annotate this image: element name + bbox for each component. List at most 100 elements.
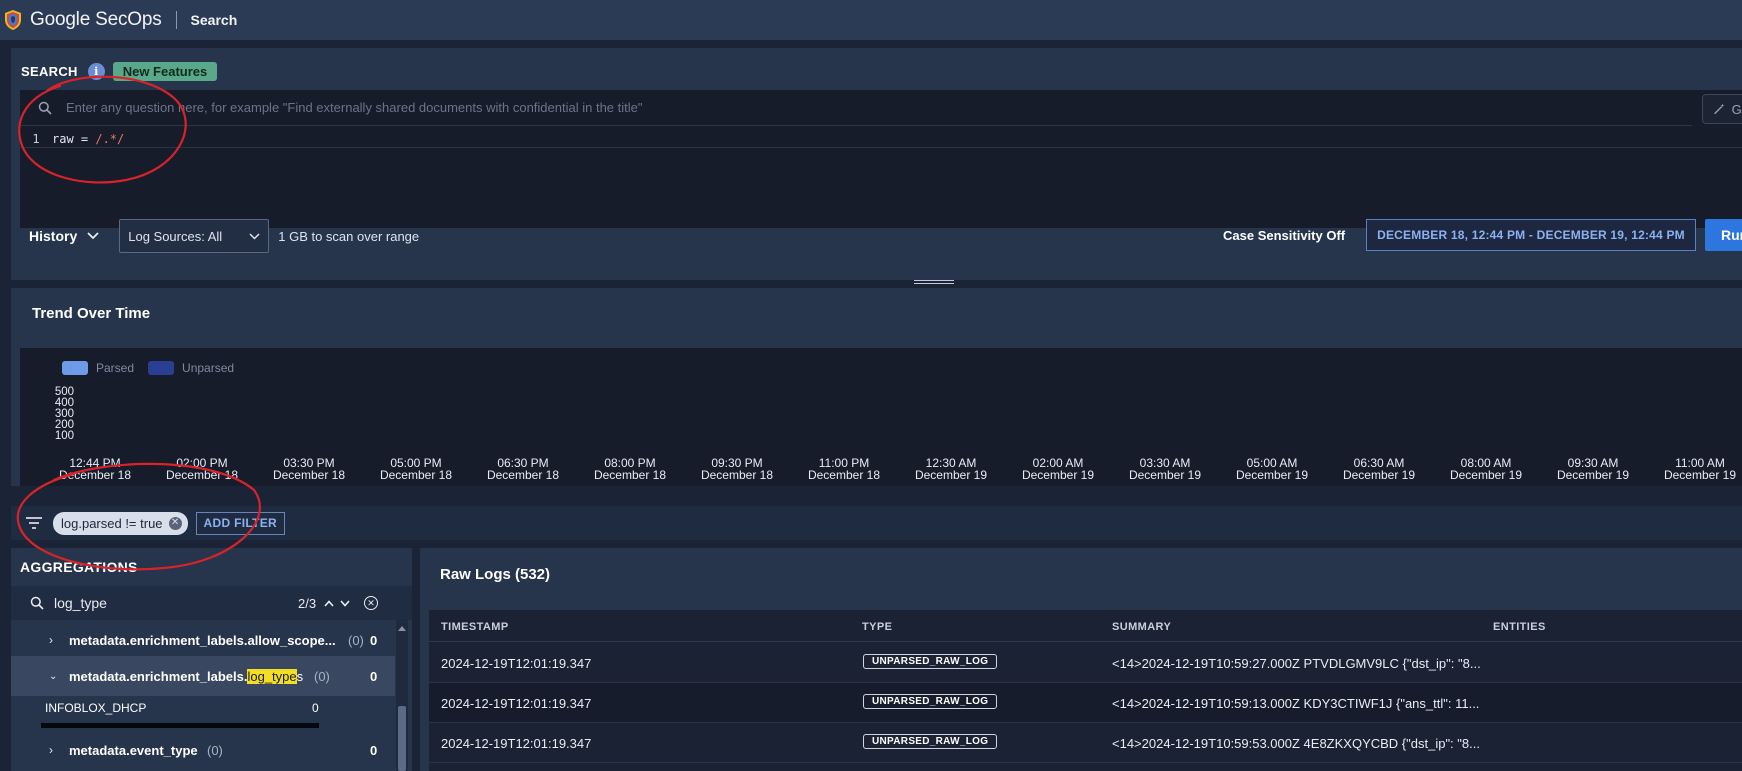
x-tick: 05:00 AM December 19 — [1222, 457, 1322, 481]
x-tick: 02:00 AM December 19 — [1008, 457, 1108, 481]
new-features-badge[interactable]: New Features — [112, 62, 218, 81]
aggregation-row-expanded[interactable]: ⌄ metadata.enrichment_labels.log_types (… — [11, 656, 395, 696]
x-tick-date: December 18 — [379, 468, 453, 482]
add-filter-button[interactable]: ADD FILTER — [195, 511, 285, 535]
run-search-button[interactable]: Run — [1705, 219, 1742, 251]
search-header: SEARCH i New Features — [21, 62, 218, 81]
filter-chip[interactable]: log.parsed != true ✕ — [53, 511, 188, 535]
x-tick-date: December 19 — [1235, 468, 1309, 482]
legend-label-unparsed[interactable]: Unparsed — [182, 361, 234, 375]
aggregation-value-name: INFOBLOX_DHCP — [45, 701, 147, 715]
row-summary: <14>2024-12-19T10:59:13.000Z KDY3CTIWF1J… — [1112, 696, 1480, 711]
magic-wand-icon — [1714, 103, 1725, 115]
aggregation-field-count: (0) — [348, 632, 364, 648]
aggregation-field-name: metadata.event_type — [69, 742, 198, 758]
x-tick-date: December 18 — [700, 468, 774, 482]
column-header-type[interactable]: TYPE — [862, 621, 892, 633]
aggregation-row[interactable]: › metadata.event_type (0) 0 — [11, 734, 395, 766]
search-controls: History Log Sources: All 1 GB to scan ov… — [11, 214, 1742, 258]
scrollbar-thumb[interactable] — [398, 706, 406, 771]
aggregation-row[interactable]: › metadata.enrichment_labels.allow_scope… — [11, 624, 395, 656]
aggregation-field-value: 0 — [370, 668, 378, 684]
log-sources-select[interactable]: Log Sources: All — [119, 219, 270, 253]
chevron-up-icon[interactable] — [324, 599, 334, 607]
table-row[interactable]: 2024-12-19T12:01:19.347 UNPARSED_RAW_LOG… — [429, 643, 1742, 683]
aggregation-value-count: 0 — [312, 701, 319, 715]
search-icon — [38, 101, 52, 115]
page-title: Search — [190, 12, 238, 28]
query-code-text: raw = — [52, 131, 96, 146]
query-editor[interactable]: Ge 1 raw = /.*/ — [20, 90, 1742, 228]
filter-list-icon[interactable] — [25, 516, 43, 530]
chevron-right-icon[interactable]: › — [49, 633, 53, 647]
x-tick-date: December 19 — [1128, 468, 1202, 482]
trend-title: Trend Over Time — [32, 305, 151, 322]
brand-separator — [175, 11, 177, 29]
x-tick: 06:30 AM December 19 — [1329, 457, 1429, 481]
natural-language-input[interactable] — [66, 100, 1646, 115]
column-header-entities[interactable]: ENTITIES — [1493, 621, 1546, 633]
column-header-summary[interactable]: SUMMARY — [1112, 621, 1171, 633]
raw-logs-title: Raw Logs (532) — [440, 566, 551, 583]
legend-swatch-unparsed[interactable] — [148, 361, 175, 375]
x-tick-date: December 18 — [272, 468, 346, 482]
legend-swatch-parsed[interactable] — [62, 361, 88, 375]
legend-label-parsed[interactable]: Parsed — [96, 361, 134, 375]
column-header-timestamp[interactable]: TIMESTAMP — [441, 621, 509, 633]
natural-language-row — [20, 90, 1692, 126]
raw-logs-panel: Raw Logs (532) TIMESTAMP TYPE SUMMARY EN… — [420, 548, 1742, 771]
x-tick: 08:00 PM December 18 — [580, 457, 680, 481]
row-type-badge: UNPARSED_RAW_LOG — [863, 654, 998, 669]
time-range-picker[interactable]: DECEMBER 18, 12:44 PM - DECEMBER 19, 12:… — [1366, 219, 1696, 251]
query-code-line[interactable]: 1 raw = /.*/ — [20, 130, 1742, 148]
brand-name[interactable]: Google SecOps — [30, 9, 162, 31]
query-regex: /.*/ — [95, 131, 125, 146]
raw-logs-table: TIMESTAMP TYPE SUMMARY ENTITIES 2024-12-… — [429, 610, 1742, 771]
aggregation-field-value: 0 — [370, 632, 378, 648]
x-tick-date: December 18 — [58, 468, 132, 482]
close-icon[interactable]: ✕ — [168, 516, 182, 530]
x-tick-date: December 19 — [1342, 468, 1416, 482]
row-type-badge: UNPARSED_RAW_LOG — [863, 734, 998, 749]
x-tick: 12:30 AM December 19 — [901, 457, 1001, 481]
top-app-bar: Google SecOps Search — [0, 0, 1742, 40]
clear-search-icon[interactable]: ✕ — [364, 596, 379, 610]
search-icon — [30, 596, 44, 610]
row-timestamp: 2024-12-19T12:01:19.347 — [441, 656, 592, 671]
chevron-down-icon[interactable] — [340, 599, 350, 607]
info-icon[interactable]: i — [87, 63, 105, 80]
chevron-right-icon[interactable]: › — [49, 743, 53, 757]
chevron-down-icon — [87, 232, 99, 240]
history-button[interactable]: History — [29, 228, 99, 244]
filter-bar: log.parsed != true ✕ ADD FILTER — [11, 506, 1742, 540]
x-tick: 05:00 PM December 18 — [366, 457, 466, 481]
x-tick-date: December 18 — [593, 468, 667, 482]
panel-resize-handle[interactable] — [914, 280, 954, 284]
x-tick: 12:44 PM December 18 — [45, 457, 145, 481]
match-navigation — [324, 599, 350, 607]
aggregations-search-input[interactable]: log_type — [54, 595, 284, 611]
search-highlight: log_type — [247, 668, 297, 684]
x-tick: 09:30 AM December 19 — [1543, 457, 1643, 481]
chevron-down-icon[interactable]: ⌄ — [49, 671, 57, 682]
search-panel: SEARCH i New Features Ge 1 raw = /.*/ Hi… — [11, 48, 1742, 280]
table-row[interactable]: 2024-12-19T12:01:19.347 UNPARSED_RAW_LOG… — [429, 683, 1742, 723]
row-summary: <14>2024-12-19T10:59:27.000Z PTVDLGMV9LC… — [1112, 656, 1481, 671]
aggregations-search[interactable]: log_type 2/3 ✕ — [11, 586, 412, 620]
generate-query-button[interactable]: Ge — [1702, 94, 1742, 124]
row-timestamp: 2024-12-19T12:01:19.347 — [441, 736, 592, 751]
x-tick-date: December 19 — [1021, 468, 1095, 482]
y-tick: 100 — [54, 430, 74, 442]
trend-panel: Trend Over Time Parsed Unparsed 500 400 … — [11, 288, 1742, 486]
match-counter: 2/3 — [298, 595, 317, 611]
aggregations-panel: AGGREGATIONS log_type 2/3 ✕ › metadata.e… — [11, 548, 412, 771]
aggregation-value-row[interactable]: INFOBLOX_DHCP 0 — [11, 696, 395, 732]
x-tick: 03:30 PM December 18 — [259, 457, 359, 481]
scroll-up-icon[interactable] — [396, 624, 408, 634]
x-tick-date: December 19 — [1663, 468, 1737, 482]
aggregations-scrollbar[interactable] — [396, 620, 408, 771]
filter-chip-label: log.parsed != true — [61, 515, 163, 531]
secops-shield-icon[interactable] — [4, 9, 22, 31]
case-sensitivity-toggle[interactable]: Case Sensitivity Off — [1223, 228, 1345, 243]
table-row[interactable]: 2024-12-19T12:01:19.347 UNPARSED_RAW_LOG… — [429, 723, 1742, 763]
